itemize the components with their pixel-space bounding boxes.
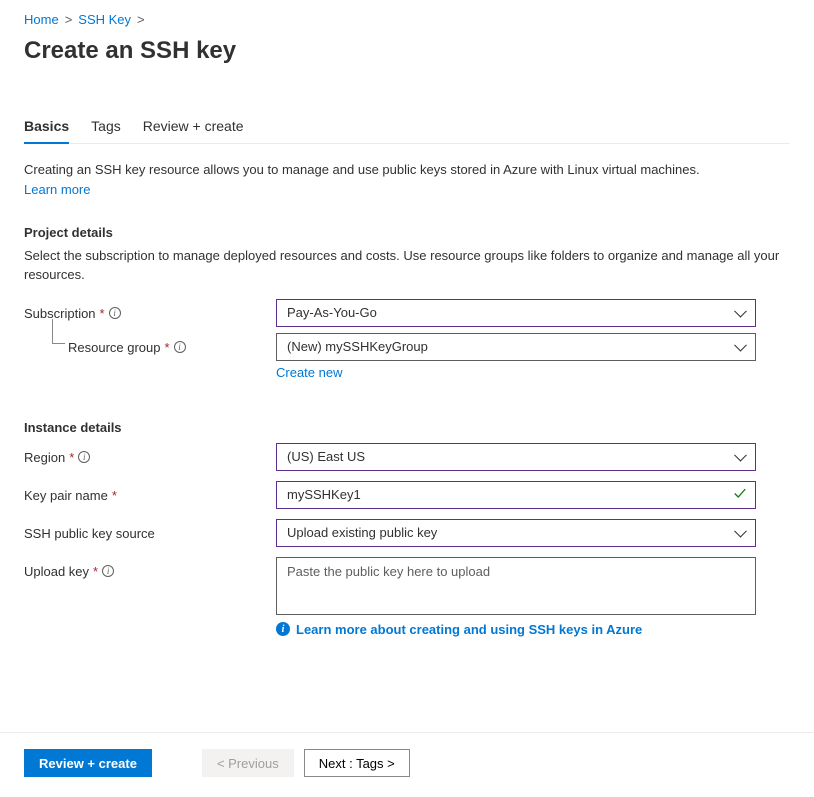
info-icon[interactable]: i <box>174 341 186 353</box>
checkmark-icon <box>733 486 747 503</box>
resource-group-label: Resource group * i <box>24 333 276 355</box>
breadcrumb: Home > SSH Key > <box>24 12 790 27</box>
ssh-help-link[interactable]: Learn more about creating and using SSH … <box>296 622 642 637</box>
key-pair-name-label: Key pair name * <box>24 481 276 503</box>
upload-key-label: Upload key * i <box>24 557 276 579</box>
subscription-dropdown[interactable]: Pay-As-You-Go <box>276 299 756 327</box>
breadcrumb-home[interactable]: Home <box>24 12 59 27</box>
info-icon[interactable]: i <box>109 307 121 319</box>
required-asterisk: * <box>100 306 105 321</box>
learn-more-link[interactable]: Learn more <box>24 182 90 197</box>
ssh-source-dropdown[interactable]: Upload existing public key <box>276 519 756 547</box>
review-create-button[interactable]: Review + create <box>24 749 152 777</box>
ssh-source-label: SSH public key source <box>24 519 276 541</box>
key-pair-name-input[interactable]: mySSHKey1 <box>276 481 756 509</box>
region-label: Region * i <box>24 443 276 465</box>
subscription-label: Subscription * i <box>24 299 276 321</box>
chevron-right-icon: > <box>137 12 145 27</box>
required-asterisk: * <box>69 450 74 465</box>
info-icon: i <box>276 622 290 636</box>
required-asterisk: * <box>165 340 170 355</box>
resource-group-dropdown[interactable]: (New) mySSHKeyGroup <box>276 333 756 361</box>
previous-button: < Previous <box>202 749 294 777</box>
create-new-link[interactable]: Create new <box>276 365 342 380</box>
info-icon[interactable]: i <box>102 565 114 577</box>
region-dropdown[interactable]: (US) East US <box>276 443 756 471</box>
intro-text: Creating an SSH key resource allows you … <box>24 160 790 180</box>
required-asterisk: * <box>93 564 98 579</box>
next-button[interactable]: Next : Tags > <box>304 749 410 777</box>
footer: Review + create < Previous Next : Tags > <box>0 732 814 797</box>
tabs: Basics Tags Review + create <box>24 117 790 144</box>
info-icon[interactable]: i <box>78 451 90 463</box>
section-instance-details: Instance details <box>24 420 790 435</box>
section-project-details: Project details <box>24 225 790 240</box>
project-details-desc: Select the subscription to manage deploy… <box>24 246 790 285</box>
page-title: Create an SSH key <box>24 37 790 65</box>
tab-review[interactable]: Review + create <box>143 118 244 144</box>
breadcrumb-sshkey[interactable]: SSH Key <box>78 12 131 27</box>
required-asterisk: * <box>112 488 117 503</box>
ssh-help-row: i Learn more about creating and using SS… <box>276 622 756 637</box>
tab-tags[interactable]: Tags <box>91 118 121 144</box>
tab-basics[interactable]: Basics <box>24 118 69 144</box>
upload-key-textarea[interactable] <box>276 557 756 615</box>
chevron-right-icon: > <box>65 12 73 27</box>
